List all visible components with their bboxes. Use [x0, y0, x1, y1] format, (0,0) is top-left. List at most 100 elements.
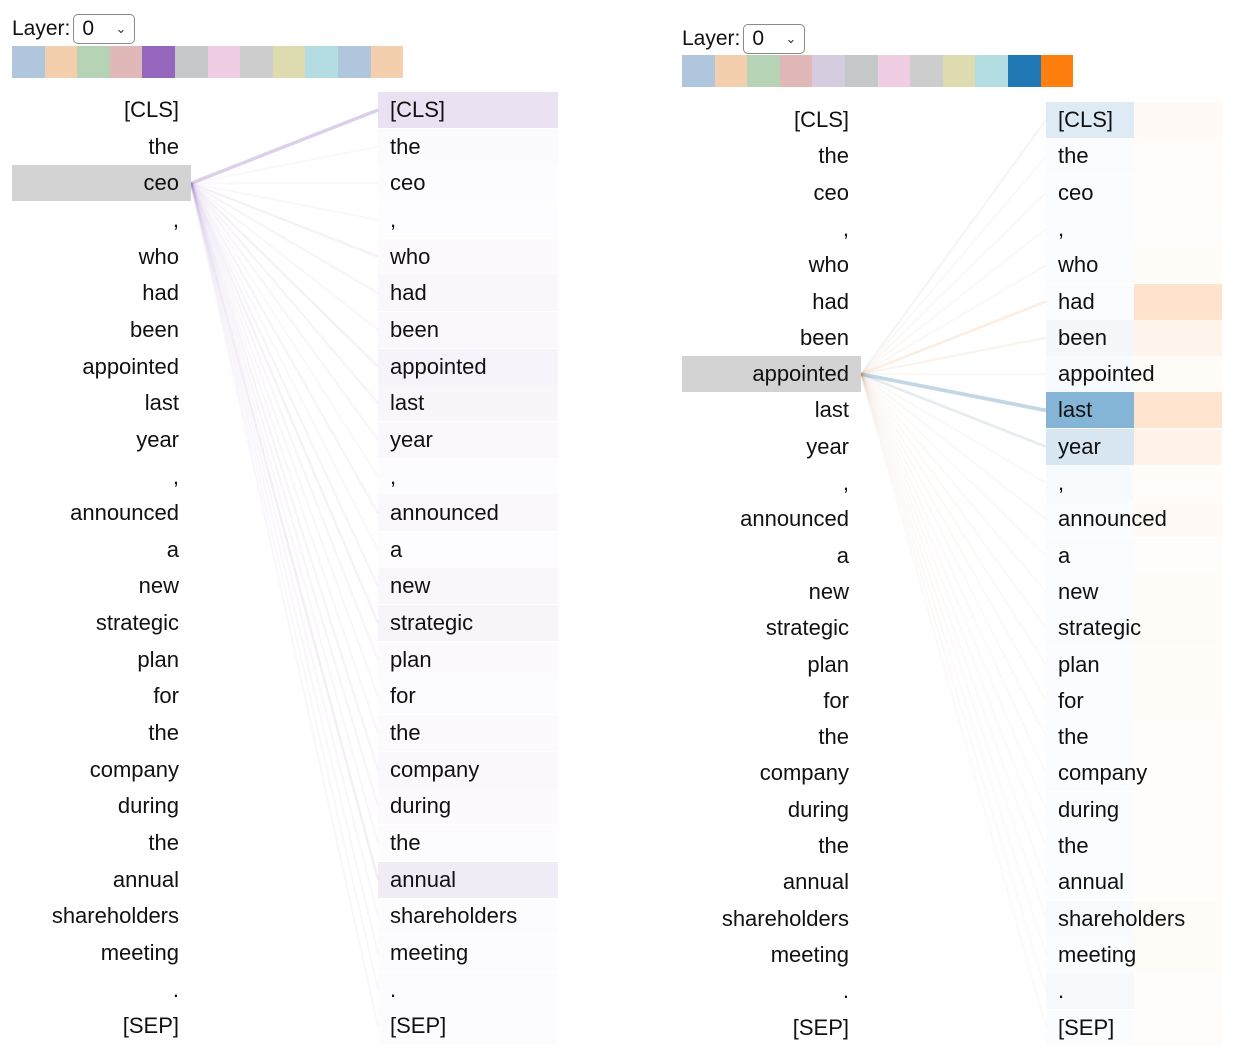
right-token[interactable]: company: [378, 752, 479, 788]
left-token[interactable]: ceo: [12, 165, 191, 202]
right-token[interactable]: ,: [378, 459, 396, 495]
left-token[interactable]: announced: [12, 495, 191, 531]
left-token[interactable]: annual: [682, 864, 861, 900]
left-token[interactable]: shareholders: [682, 901, 861, 937]
left-token[interactable]: strategic: [12, 605, 191, 641]
right-token[interactable]: strategic: [378, 605, 473, 641]
right-token[interactable]: the: [1046, 719, 1089, 755]
left-token[interactable]: been: [12, 312, 191, 348]
right-token[interactable]: [CLS]: [1046, 102, 1113, 138]
left-token[interactable]: a: [12, 532, 191, 568]
right-token[interactable]: plan: [378, 642, 432, 678]
right-token[interactable]: appointed: [378, 349, 487, 385]
left-token[interactable]: ,: [12, 459, 191, 495]
left-token[interactable]: a: [682, 538, 861, 574]
left-token[interactable]: the: [12, 129, 191, 165]
right-token[interactable]: for: [378, 678, 416, 714]
left-token[interactable]: the: [12, 825, 191, 861]
left-token[interactable]: meeting: [682, 937, 861, 973]
right-token[interactable]: .: [378, 972, 396, 1008]
left-token[interactable]: appointed: [12, 349, 191, 385]
right-token[interactable]: ,: [1046, 211, 1064, 247]
right-token[interactable]: a: [1046, 538, 1070, 574]
left-token[interactable]: annual: [12, 862, 191, 898]
left-token[interactable]: the: [682, 138, 861, 174]
left-token[interactable]: meeting: [12, 935, 191, 971]
right-token[interactable]: who: [1046, 247, 1098, 283]
left-token[interactable]: plan: [12, 642, 191, 678]
right-token[interactable]: [SEP]: [378, 1008, 446, 1044]
left-token[interactable]: last: [682, 392, 861, 428]
left-token[interactable]: .: [682, 973, 861, 1009]
left-token[interactable]: had: [12, 275, 191, 311]
left-token[interactable]: shareholders: [12, 898, 191, 934]
left-token[interactable]: ,: [12, 202, 191, 238]
left-token[interactable]: [SEP]: [682, 1010, 861, 1046]
left-token[interactable]: during: [12, 788, 191, 824]
left-token[interactable]: the: [682, 828, 861, 864]
right-token[interactable]: company: [1046, 755, 1147, 791]
left-token[interactable]: ,: [682, 465, 861, 501]
left-token[interactable]: ,: [682, 211, 861, 247]
left-token[interactable]: been: [682, 320, 861, 356]
left-token[interactable]: company: [682, 755, 861, 791]
left-token[interactable]: announced: [682, 501, 861, 537]
right-token[interactable]: [CLS]: [378, 92, 445, 128]
right-token[interactable]: strategic: [1046, 610, 1141, 646]
right-token[interactable]: announced: [378, 495, 499, 531]
right-token[interactable]: been: [378, 312, 439, 348]
right-token[interactable]: plan: [1046, 647, 1100, 683]
right-token[interactable]: the: [1046, 138, 1089, 174]
right-token[interactable]: last: [1046, 392, 1092, 428]
right-token[interactable]: meeting: [378, 935, 468, 971]
left-token[interactable]: plan: [682, 647, 861, 683]
right-token[interactable]: annual: [1046, 864, 1124, 900]
right-token[interactable]: annual: [378, 862, 456, 898]
right-token[interactable]: the: [378, 825, 421, 861]
left-token[interactable]: last: [12, 385, 191, 421]
right-token[interactable]: shareholders: [378, 898, 517, 934]
left-token[interactable]: ceo: [682, 175, 861, 211]
right-token[interactable]: year: [378, 422, 433, 458]
right-token[interactable]: meeting: [1046, 937, 1136, 973]
left-token[interactable]: year: [682, 429, 861, 465]
left-token[interactable]: new: [682, 574, 861, 610]
left-token[interactable]: the: [682, 719, 861, 755]
right-token[interactable]: shareholders: [1046, 901, 1185, 937]
right-token[interactable]: ,: [378, 202, 396, 238]
right-token[interactable]: had: [378, 275, 427, 311]
right-token[interactable]: year: [1046, 429, 1101, 465]
right-token[interactable]: during: [378, 788, 451, 824]
right-token[interactable]: .: [1046, 973, 1064, 1009]
left-token[interactable]: for: [682, 683, 861, 719]
left-token[interactable]: for: [12, 678, 191, 714]
left-token[interactable]: who: [12, 239, 191, 275]
left-token[interactable]: appointed: [682, 356, 861, 393]
right-token[interactable]: ,: [1046, 465, 1064, 501]
right-token[interactable]: announced: [1046, 501, 1167, 537]
left-token[interactable]: the: [12, 715, 191, 751]
left-token[interactable]: who: [682, 247, 861, 283]
right-token[interactable]: who: [378, 239, 430, 275]
left-token[interactable]: [CLS]: [12, 92, 191, 128]
right-token[interactable]: the: [378, 129, 421, 165]
right-token[interactable]: the: [1046, 828, 1089, 864]
right-token[interactable]: the: [378, 715, 421, 751]
right-token[interactable]: [SEP]: [1046, 1010, 1114, 1046]
right-token[interactable]: been: [1046, 320, 1107, 356]
left-token[interactable]: new: [12, 568, 191, 604]
right-token[interactable]: had: [1046, 284, 1095, 320]
right-token[interactable]: for: [1046, 683, 1084, 719]
right-token[interactable]: a: [378, 532, 402, 568]
left-token[interactable]: [CLS]: [682, 102, 861, 138]
right-token[interactable]: during: [1046, 792, 1119, 828]
right-token[interactable]: ceo: [378, 165, 425, 201]
left-token[interactable]: [SEP]: [12, 1008, 191, 1044]
left-token[interactable]: year: [12, 422, 191, 458]
left-token[interactable]: strategic: [682, 610, 861, 646]
left-token[interactable]: company: [12, 752, 191, 788]
left-token[interactable]: had: [682, 284, 861, 320]
right-token[interactable]: last: [378, 385, 424, 421]
right-token[interactable]: new: [378, 568, 430, 604]
left-token[interactable]: .: [12, 972, 191, 1008]
